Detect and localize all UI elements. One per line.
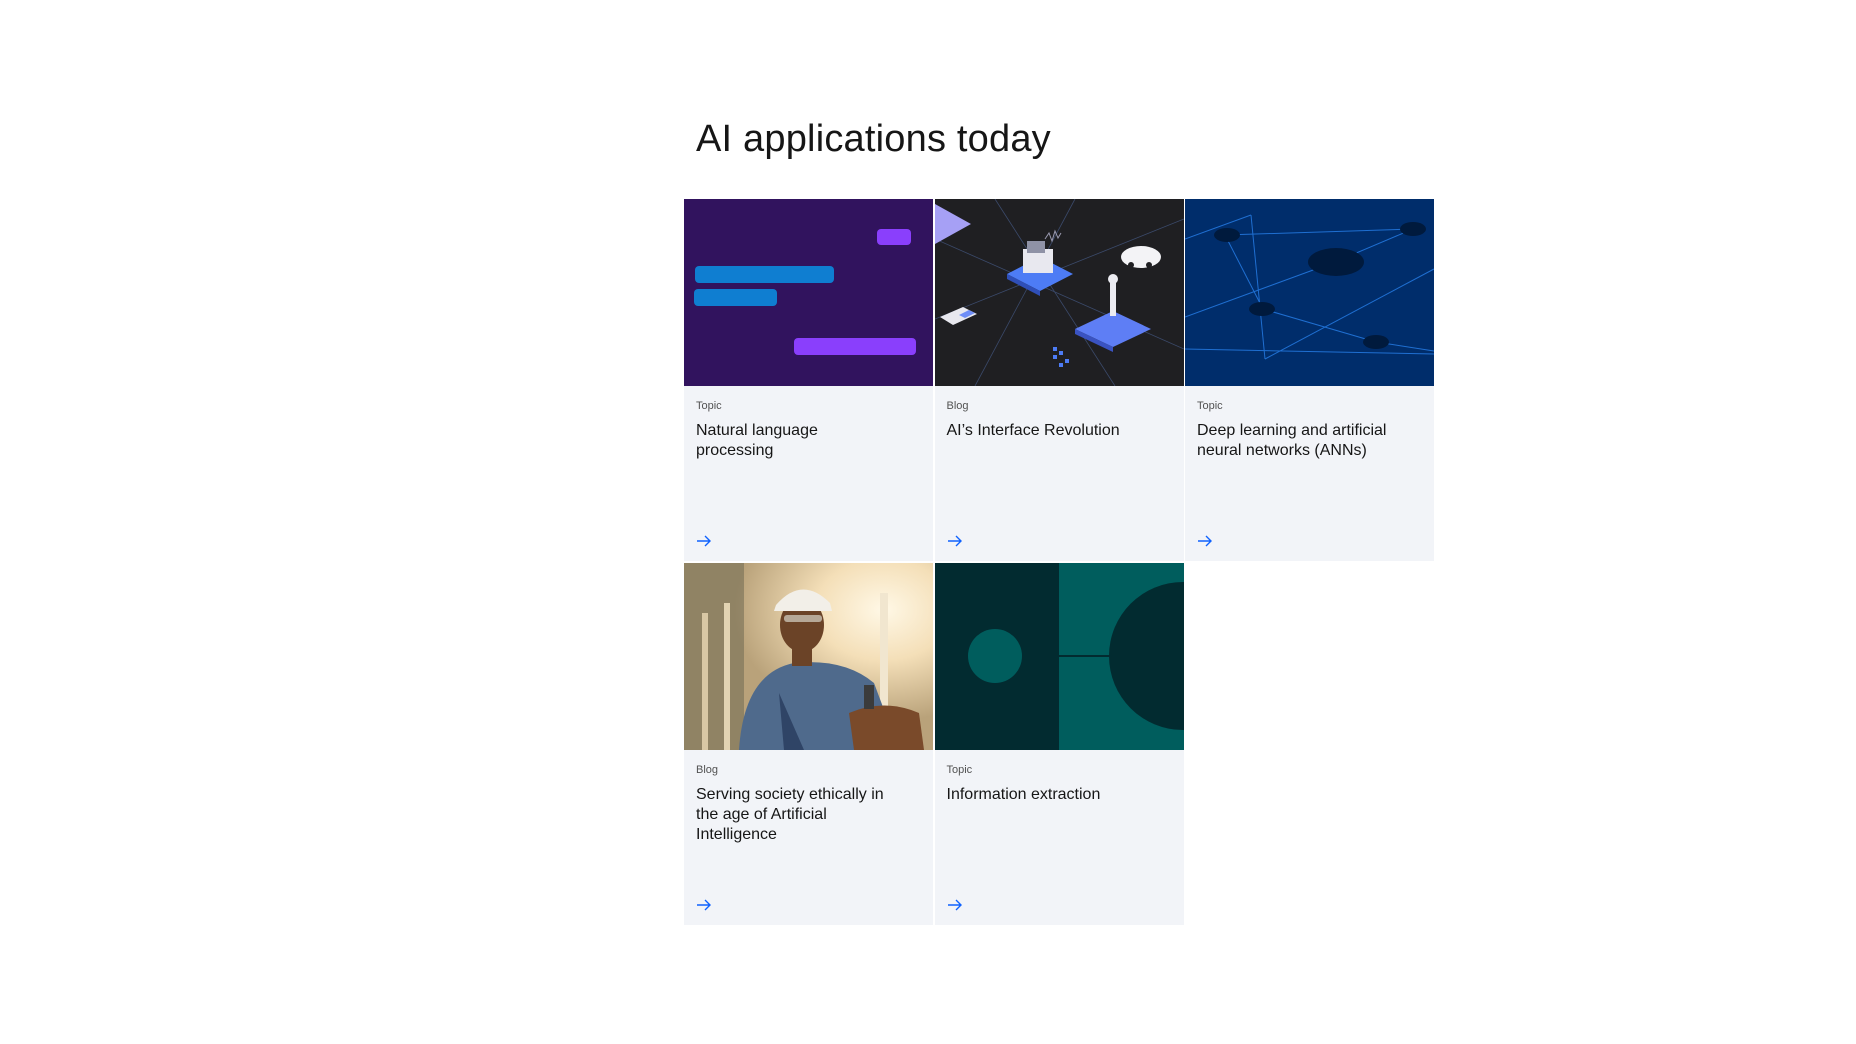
arrow-right-icon[interactable] [947,897,963,913]
card-serving-society-ethically[interactable]: Blog Serving society ethically in the ag… [684,562,933,925]
neural-network-nodes-illustration [1185,199,1434,386]
card-title: AI’s Interface Revolution [946,422,1120,439]
card-eyebrow: Topic [1197,400,1223,412]
arrow-right-icon[interactable] [947,533,963,549]
arrow-right-icon[interactable] [696,533,712,549]
card-title: Deep learning and artificial neural netw… [1197,422,1387,459]
card-eyebrow: Blog [696,763,719,776]
card-title: Serving society ethically in the age of … [696,785,884,843]
card-ai-interface-revolution[interactable]: Blog AI’s Interface Revolution [934,199,1184,561]
card-natural-language-processing[interactable]: Topic Natural language processing [684,199,933,561]
card-eyebrow: Topic [946,763,973,776]
card-eyebrow: Topic [696,400,722,412]
card-title: Natural language processing [696,422,818,459]
arrow-right-icon[interactable] [1197,533,1213,549]
section-title: AI applications today [696,118,1051,160]
teal-circles-illustration [934,562,1184,750]
card-eyebrow: Blog [946,400,969,412]
construction-worker-photo [684,562,933,750]
card-grid: Topic Natural language processing Blog A… [684,199,1434,925]
card-deep-learning[interactable]: Topic Deep learning and artificial neura… [1185,199,1434,561]
card-title: Information extraction [946,785,1101,803]
isometric-ai-devices-illustration [934,199,1184,386]
card-information-extraction[interactable]: Topic Information extraction [934,562,1184,925]
nlp-chat-bubbles-illustration [684,199,933,386]
arrow-right-icon[interactable] [696,897,712,913]
